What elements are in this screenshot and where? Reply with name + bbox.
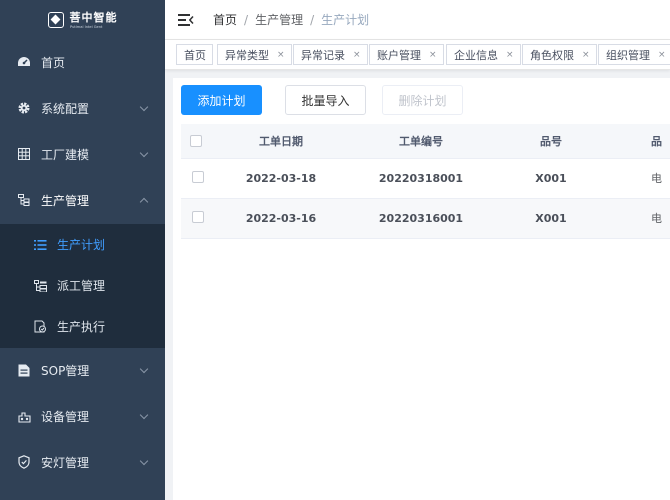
column-header-date: 工单日期 (259, 135, 303, 148)
row-checkbox[interactable] (192, 171, 204, 183)
sidebar-subitem-production-plan[interactable]: 生产计划 (0, 224, 165, 265)
logo[interactable]: 菩中智能 Putlmal Intel Gent (0, 0, 165, 40)
gear-icon (16, 100, 32, 116)
column-header-order-no: 工单编号 (399, 135, 443, 148)
sidebar-item-label: 首页 (41, 55, 66, 70)
dashboard-icon (16, 54, 32, 70)
close-icon[interactable]: × (506, 50, 514, 60)
cell-part-name: 电 (651, 172, 662, 185)
chevron-down-icon (139, 148, 149, 158)
tags-view: 首页 异常类型 × 异常记录 × 账户管理 × 企业信息 × 角色权限 × 组织… (165, 40, 670, 70)
tag-account-management[interactable]: 账户管理 × (369, 44, 444, 65)
close-icon[interactable]: × (429, 50, 437, 60)
cell-order-no: 20220318001 (378, 172, 464, 185)
sidebar-subitem-dispatch[interactable]: 派工管理 (0, 265, 165, 306)
table-row[interactable]: 2022-03-18 20220318001 X001 电 (181, 159, 670, 199)
chevron-up-icon (139, 197, 149, 207)
sidebar-item-label: SOP管理 (41, 363, 90, 378)
breadcrumb-current: 生产计划 (321, 13, 370, 27)
tag-label: 首页 (184, 48, 206, 62)
sidebar-subitem-execution[interactable]: 生产执行 (0, 306, 165, 347)
breadcrumb-separator: / (244, 12, 249, 27)
chevron-down-icon (139, 410, 149, 420)
add-plan-button[interactable]: 添加计划 (181, 85, 262, 115)
cell-date: 2022-03-18 (245, 172, 317, 185)
sidebar-item-label: 安灯管理 (41, 455, 90, 470)
breadcrumb-separator: / (310, 12, 315, 27)
sidebar-item-home[interactable]: 首页 (0, 39, 165, 85)
tag-label: 异常记录 (301, 48, 345, 62)
delete-plan-button: 删除计划 (382, 85, 463, 115)
assign-icon (33, 279, 47, 293)
cell-part-no: X001 (535, 172, 567, 185)
close-icon[interactable]: × (658, 50, 666, 60)
tag-label: 角色权限 (530, 48, 574, 62)
tag-role-permissions[interactable]: 角色权限 × (522, 44, 597, 65)
sidebar-item-label: 生产管理 (41, 193, 90, 208)
sidebar-subitem-label: 生产执行 (57, 320, 106, 334)
sidebar: 菩中智能 Putlmal Intel Gent 首页 系统配置 工厂建模 生产管… (0, 0, 165, 500)
production-plan-table: 工单日期 工单编号 品号 品 2022-03-18 20220318001 X0… (181, 124, 670, 239)
execute-icon (33, 320, 47, 334)
list-icon (33, 238, 47, 252)
tag-organization[interactable]: 组织管理 × (598, 44, 670, 65)
sidebar-item-factory-modeling[interactable]: 工厂建模 (0, 131, 165, 177)
chevron-down-icon (139, 364, 149, 374)
breadcrumb: 首页 / 生产管理 / 生产计划 (213, 11, 369, 28)
tag-label: 账户管理 (377, 48, 421, 62)
chevron-down-icon (139, 102, 149, 112)
sidebar-item-label: 系统配置 (41, 101, 90, 116)
logo-title: 菩中智能 (69, 10, 118, 24)
cell-date: 2022-03-16 (245, 212, 317, 225)
breadcrumb-home[interactable]: 首页 (213, 11, 237, 28)
cell-part-no: X001 (535, 212, 567, 225)
select-all-checkbox[interactable] (190, 135, 202, 147)
column-header-part-no: 品号 (540, 135, 562, 148)
row-checkbox[interactable] (192, 211, 204, 223)
close-icon[interactable]: × (353, 50, 361, 60)
table-header: 工单日期 工单编号 品号 品 (181, 124, 670, 159)
close-icon[interactable]: × (582, 50, 590, 60)
tag-exception-record[interactable]: 异常记录 × (293, 44, 368, 65)
shield-icon (16, 454, 32, 470)
sidebar-item-equipment[interactable]: 设备管理 (0, 393, 165, 439)
tag-label: 组织管理 (606, 48, 650, 62)
breadcrumb-production[interactable]: 生产管理 (255, 11, 303, 28)
cell-order-no: 20220316001 (378, 212, 464, 225)
tag-label: 异常类型 (225, 48, 269, 62)
submenu-production: 生产计划 派工管理 生产执行 (0, 224, 165, 348)
sidebar-item-label: 工厂建模 (41, 147, 90, 162)
sidebar-item-andon[interactable]: 安灯管理 (0, 439, 165, 485)
sidebar-subitem-label: 派工管理 (57, 279, 106, 293)
sidebar-item-system-config[interactable]: 系统配置 (0, 85, 165, 131)
grid-icon (16, 146, 32, 162)
cell-part-name: 电 (651, 212, 662, 225)
main-content: 添加计划 批量导入 删除计划 工单日期 工单编号 品号 品 2022-03-18… (173, 78, 670, 500)
tag-company-info[interactable]: 企业信息 × (446, 44, 521, 65)
document-icon (16, 362, 32, 378)
chevron-down-icon (139, 456, 149, 466)
tag-label: 企业信息 (454, 48, 498, 62)
top-navbar: 首页 / 生产管理 / 生产计划 (165, 0, 670, 40)
tree-icon (16, 192, 32, 208)
column-header-part-name: 品 (651, 135, 662, 148)
tag-home[interactable]: 首页 (176, 44, 213, 65)
sidebar-item-label: 设备管理 (41, 409, 90, 424)
logo-subtitle: Putlmal Intel Gent (69, 23, 102, 29)
device-icon (16, 408, 32, 424)
logo-icon (47, 12, 64, 28)
close-icon[interactable]: × (277, 50, 285, 60)
sidebar-subitem-label: 生产计划 (57, 238, 106, 252)
batch-import-button[interactable]: 批量导入 (285, 85, 366, 115)
sidebar-item-sop[interactable]: SOP管理 (0, 347, 165, 393)
table-row[interactable]: 2022-03-16 20220316001 X001 电 (181, 199, 670, 239)
tag-exception-type[interactable]: 异常类型 × (217, 44, 292, 65)
sidebar-item-production[interactable]: 生产管理 (0, 177, 165, 223)
menu-toggle-icon[interactable] (178, 13, 194, 27)
